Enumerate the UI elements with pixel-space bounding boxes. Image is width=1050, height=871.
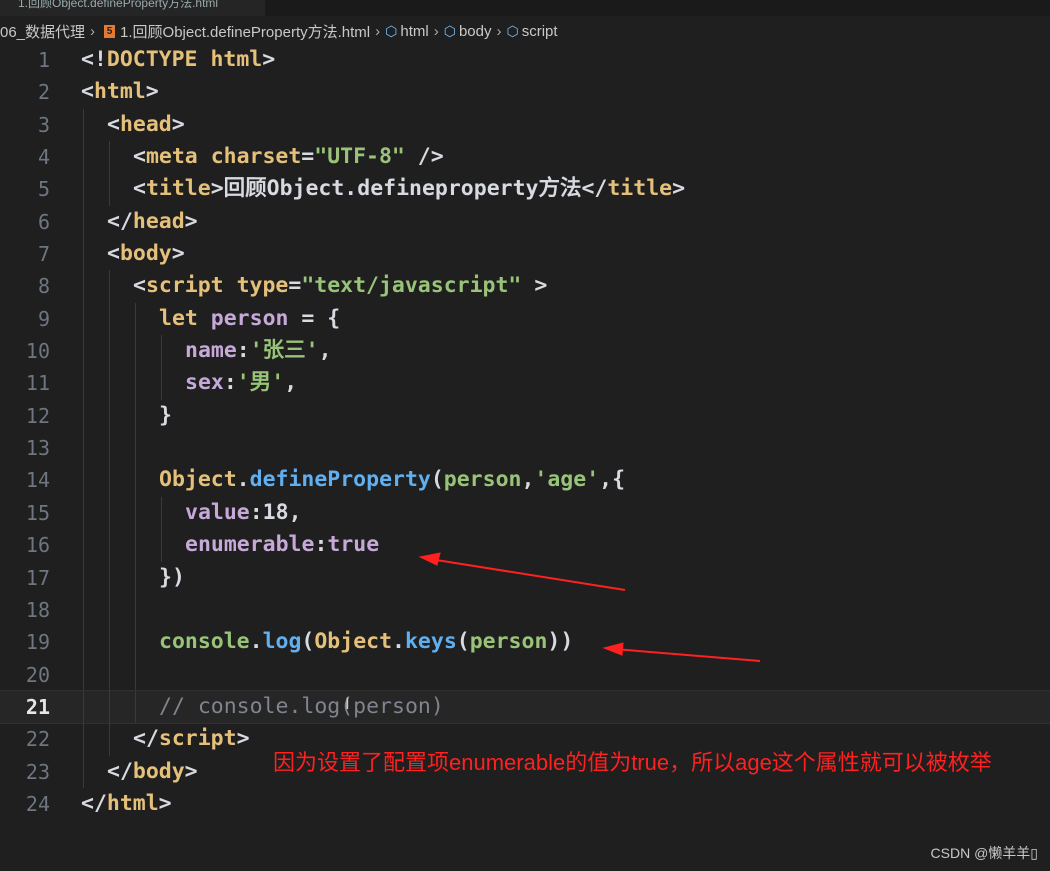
annotation-arrows <box>418 552 761 662</box>
watermark: CSDN @懒羊羊▯ <box>930 845 1038 861</box>
text-cursor-icon: I <box>345 694 350 713</box>
arrow-enumerable <box>418 552 626 591</box>
annotation-text: 因为设置了配置项enumerable的值为true，所以age这个属性就可以被枚… <box>273 750 992 775</box>
arrow-console-log <box>602 642 761 662</box>
